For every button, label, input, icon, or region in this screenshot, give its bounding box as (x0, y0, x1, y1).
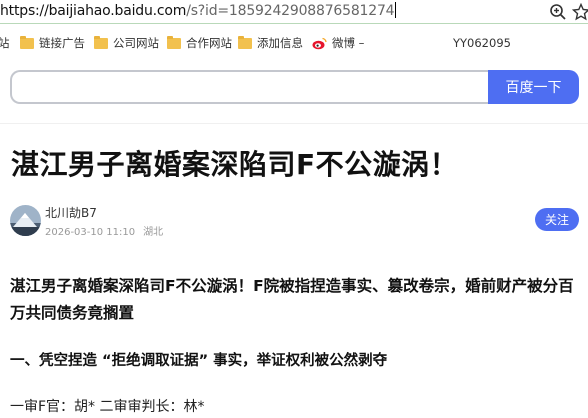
bookmark-item[interactable]: 添加信息 (238, 35, 303, 51)
publish-date: 2026-03-10 11:10 (45, 227, 136, 238)
article-title: 湛江男子离婚案深陷司F不公漩涡！ (11, 148, 459, 181)
section-heading: 一、凭空捏造 “拒绝调取证据” 事实，举证权利被公然剥夺 (10, 353, 388, 369)
url-path: /s?id=1859242908876581274 (186, 3, 395, 19)
bookmark-item[interactable]: 站 (0, 35, 10, 51)
url-text[interactable]: https://baijiahao.baidu.com/s?id=1859242… (0, 2, 397, 19)
article-lead: 湛江男子离婚案深陷司F不公漩涡！F院被指捏造事实、篡改卷宗，婚前财产被分百万共同… (10, 277, 574, 322)
weibo-icon (312, 37, 327, 49)
folder-icon (167, 35, 181, 49)
follow-button[interactable]: 关注 (535, 208, 579, 231)
bookmark-label: 公司网站 (113, 36, 159, 50)
bookmark-item[interactable]: 公司网站 (94, 35, 159, 51)
address-bar[interactable]: https://baijiahao.baidu.com/s?id=1859242… (0, 0, 588, 24)
folder-icon (238, 35, 252, 49)
bookmarks-bar: 站 链接广告 公司网站 合作网站 添加信息 微博 – YY062095 (0, 25, 588, 61)
star-icon[interactable] (572, 3, 588, 21)
bookmark-item[interactable]: 合作网站 (167, 35, 232, 51)
text-caret (395, 2, 397, 18)
search-button[interactable]: 百度一下 (488, 70, 579, 104)
bookmark-label: 微博 – (332, 36, 365, 50)
search-header: 百度一下 (0, 62, 588, 124)
bookmark-right-text: YY062095 (453, 36, 511, 50)
avatar[interactable] (10, 205, 41, 236)
author-row: 北川劼B7 2026-03-10 11:10 湖北 关注 (10, 204, 580, 238)
url-host: https://baijiahao.baidu.com (0, 3, 187, 19)
folder-icon (94, 35, 108, 49)
article-paragraph: 一审F官：胡* 二审审判长：林* (10, 399, 205, 415)
publish-location: 湖北 (143, 227, 164, 238)
bookmark-label: 链接广告 (39, 36, 85, 50)
search-input[interactable] (10, 70, 494, 104)
bookmark-item[interactable]: 链接广告 (20, 35, 85, 51)
bookmark-item[interactable]: 微博 – (312, 35, 364, 51)
mountain-avatar-icon (10, 205, 41, 236)
bookmark-label: 添加信息 (257, 36, 303, 50)
bookmark-label: 合作网站 (186, 36, 232, 50)
zoom-icon[interactable] (549, 3, 567, 21)
article-meta: 2026-03-10 11:10 湖北 (45, 223, 163, 238)
author-name[interactable]: 北川劼B7 (45, 204, 97, 221)
bookmark-label: 站 (0, 36, 10, 50)
folder-icon (20, 35, 34, 49)
